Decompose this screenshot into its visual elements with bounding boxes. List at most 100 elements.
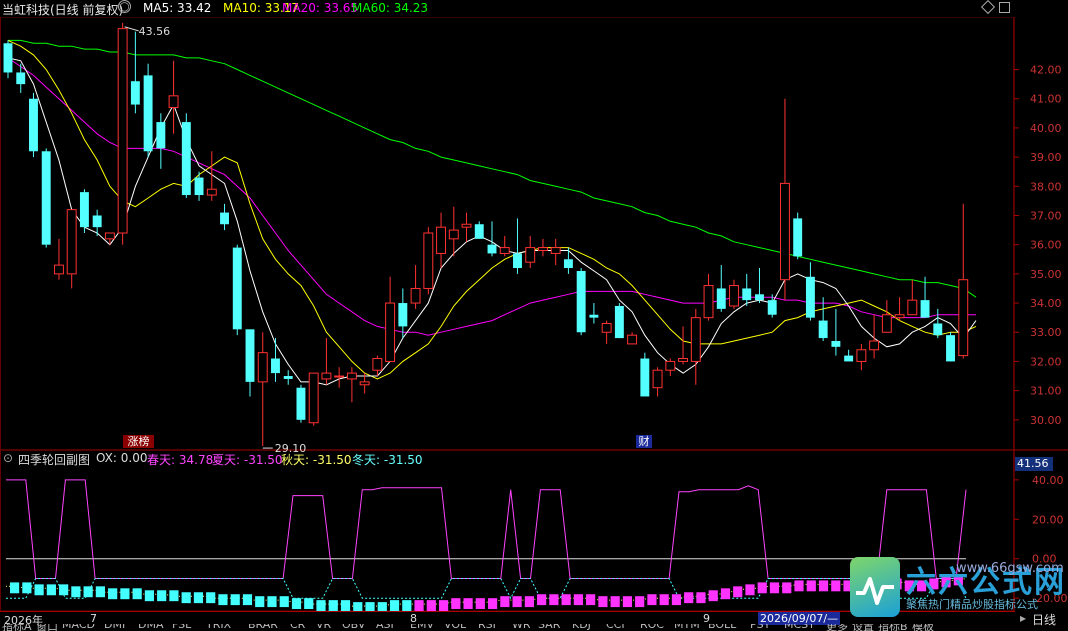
hist-bar <box>549 594 559 606</box>
price-tick-label: 38.00 <box>1030 180 1062 193</box>
indicator-tab-5[interactable]: FSL <box>172 624 191 631</box>
hist-bar <box>451 598 461 610</box>
hist-bar <box>218 594 228 606</box>
candle-body <box>537 247 548 252</box>
candle-body <box>729 285 739 307</box>
candle-body <box>181 122 191 196</box>
zhangbang-badge[interactable]: 涨榜 <box>123 435 154 448</box>
candle-body <box>461 223 472 228</box>
candle-body <box>156 122 166 149</box>
candle-body <box>206 188 217 196</box>
hist-bar <box>524 596 534 608</box>
hist-bar <box>794 580 804 592</box>
sub-toggle-icon[interactable]: ⊙ <box>3 451 13 465</box>
indicator-tab-17[interactable]: KDJ <box>572 624 591 631</box>
sub-indicator-title[interactable]: 四季轮回副图 <box>18 451 90 468</box>
hist-bar <box>108 588 118 600</box>
hist-bar <box>463 598 473 610</box>
candle-body <box>168 95 179 108</box>
indicator-tab-6[interactable]: TRIX <box>206 624 231 631</box>
indicator-tab-9[interactable]: VR <box>316 624 331 631</box>
indicator-tab-22[interactable]: PSY <box>750 624 770 631</box>
candle-body <box>589 314 599 318</box>
autumn-label: 秋天: -31.50 <box>281 453 352 467</box>
period-toggle-icon[interactable]: ○ <box>118 0 131 13</box>
indicator-tab-7[interactable]: BRAR <box>248 624 278 631</box>
indicator-tab-16[interactable]: SAR <box>538 624 560 631</box>
candle-body <box>640 358 650 397</box>
candle-body <box>245 329 255 382</box>
candle-body <box>16 72 26 85</box>
price-tick-label: 31.00 <box>1030 385 1062 398</box>
window-square-icon[interactable] <box>999 2 1010 13</box>
hist-bar <box>806 580 816 592</box>
indicator-tab-14[interactable]: RSI <box>478 624 496 631</box>
indicator-tab-12[interactable]: EMV <box>410 624 434 631</box>
candle-body <box>372 358 383 371</box>
hist-bar <box>46 584 56 596</box>
indicator-tab-2[interactable]: MACD <box>62 624 95 631</box>
candle-body <box>385 302 396 362</box>
indicator-tab-3[interactable]: DMI <box>104 624 125 631</box>
indicator-tab-0[interactable]: 指标A <box>2 624 32 631</box>
hist-bar <box>573 594 583 606</box>
indicator-tab-15[interactable]: WR <box>512 624 531 631</box>
candle-body <box>41 151 51 245</box>
high-label: 43.56 <box>139 25 171 38</box>
summer-label: 夏天: -31.50 <box>212 453 283 467</box>
indicator-tab-20[interactable]: MTM <box>674 624 700 631</box>
hist-bar <box>488 598 498 610</box>
indicator-tab-11[interactable]: ASI <box>376 624 394 631</box>
diamond-icon[interactable] <box>980 0 996 15</box>
candle-body <box>334 375 345 378</box>
hist-bar <box>769 582 780 594</box>
hist-bar <box>206 592 216 604</box>
hist-bar <box>647 594 657 606</box>
candle-body <box>652 369 663 389</box>
candle-body <box>79 192 89 228</box>
indicator-tab-8[interactable]: CR <box>290 624 305 631</box>
kline-chart[interactable]: 42.00 41.00 40.00 39.00 38.00 37.00 36.00 35.00… <box>0 17 1068 611</box>
hist-bar <box>659 594 669 606</box>
candle-body <box>130 81 140 105</box>
candle-body <box>831 341 841 347</box>
candle-body <box>513 253 522 269</box>
indicator-tab-23[interactable]: MCST <box>784 624 815 631</box>
candle-body <box>53 264 64 275</box>
candle-body <box>104 232 115 240</box>
price-tick-label: 42.00 <box>1030 64 1062 77</box>
indicator-tab-10[interactable]: OBV <box>342 624 365 631</box>
hist-bar <box>291 598 302 610</box>
candle-body <box>359 381 370 386</box>
candle-body <box>881 314 892 333</box>
hist-bar <box>426 600 436 611</box>
indicator-tab-24[interactable]: 更多 <box>826 624 848 631</box>
candle-body <box>601 322 612 333</box>
hist-bar <box>181 592 191 604</box>
hist-bar <box>782 582 792 594</box>
financial-badge[interactable]: 财 <box>636 435 652 448</box>
hist-bar <box>720 588 731 600</box>
indicator-tab-21[interactable]: BOLL <box>708 624 736 631</box>
indicator-tab-13[interactable]: VOL <box>444 624 466 631</box>
price-tick-label: 37.00 <box>1030 209 1062 222</box>
hist-bar <box>328 600 338 611</box>
hist-bar <box>598 596 608 608</box>
candle-body <box>410 287 421 304</box>
indicator-tab-1[interactable]: 窗口 <box>36 624 58 631</box>
indicator-tab-19[interactable]: ROC <box>640 624 664 631</box>
candle-body <box>29 98 38 152</box>
indicator-tab-18[interactable]: CCI <box>606 624 625 631</box>
hist-bar <box>255 596 265 608</box>
candle-body <box>716 288 726 309</box>
ma60-line <box>8 39 977 298</box>
candle-body <box>346 372 357 380</box>
hist-bar <box>34 584 44 596</box>
hist-bar <box>561 594 571 606</box>
hist-bar <box>242 594 253 606</box>
hist-bar <box>377 602 387 611</box>
candle-body <box>869 340 880 351</box>
candle-body <box>448 229 459 240</box>
hist-bar <box>475 598 485 610</box>
indicator-tab-4[interactable]: DMA <box>138 624 164 631</box>
